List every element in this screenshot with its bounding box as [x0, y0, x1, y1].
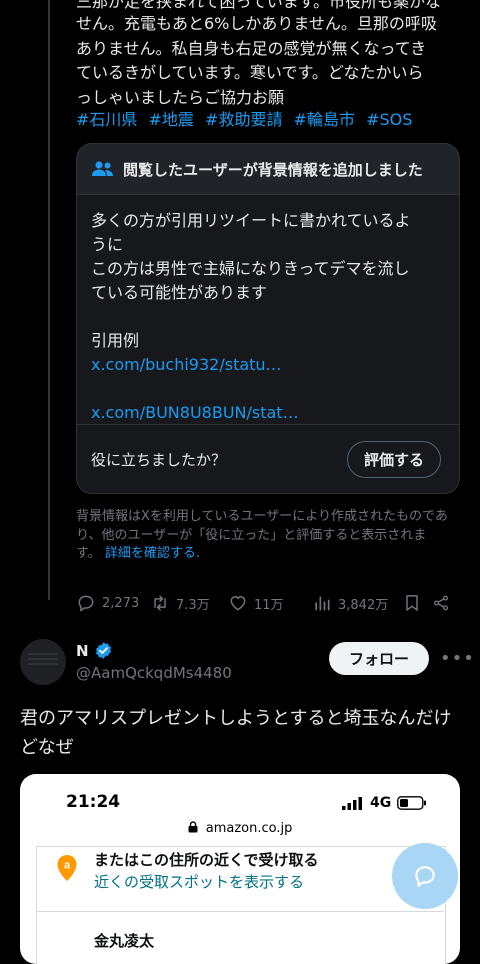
community-note-title: 閲覧したユーザーが背景情報を追加しました [123, 160, 423, 179]
hashtag-link[interactable]: #SOS [366, 110, 412, 129]
more-icon[interactable]: ••• [440, 648, 475, 669]
views-count: 3,842万 [338, 597, 389, 613]
author-handle[interactable]: @AamQckqdMs4480 [76, 664, 232, 682]
network-label: 4G [370, 795, 392, 811]
share-button[interactable] [432, 593, 456, 613]
follow-button[interactable]: フォロー [329, 642, 429, 675]
svg-text:a: a [64, 860, 71, 872]
pickup-option-title: またはこの住所の近くで受け取る [94, 851, 319, 869]
helpful-question: 役に立ちましたか？ [91, 451, 227, 469]
hashtag-link[interactable]: #救助要請 [205, 110, 282, 129]
community-note-header: 閲覧したユーザーが背景情報を追加しました [77, 144, 459, 195]
reply-count: 2,273 [102, 595, 140, 611]
share-icon [433, 595, 449, 611]
learn-more-link[interactable]: 詳細を確認する. [105, 546, 200, 561]
tweet-text-line: ているきがしています。寒いです。どなたかいら [76, 63, 424, 82]
note-text-line: 多くの方が引用リツイートに書かれているよ [91, 211, 411, 230]
like-count: 11万 [254, 597, 284, 613]
phone-status-bar: 4G [342, 795, 427, 811]
views-icon [315, 596, 330, 611]
note-source-link[interactable]: x.com/buchi932/statu… [91, 353, 445, 377]
reply-icon [78, 595, 94, 612]
battery-icon [397, 796, 427, 810]
note-disclaimer: 背景情報はXを利用しているユーザーにより作成されたものであり、他のユーザーが「役… [76, 508, 466, 564]
tweet-text-line: ありません。私自身も右足の感覚が無くなってき [76, 38, 427, 58]
community-note-body: 多くの方が引用リツイートに書かれているよ うに この方は男性で主婦になりきってデ… [77, 195, 459, 425]
like-icon [230, 596, 246, 611]
author-display-name[interactable]: N [76, 642, 89, 660]
compose-icon [415, 866, 435, 887]
hashtag-list: #石川県 #地震 #救助要請 #輪島市 #SOS [76, 106, 418, 130]
rate-note-button[interactable]: 評価する [346, 441, 441, 478]
browser-url-text: amazon.co.jp [205, 821, 293, 836]
note-text-line: この方は男性で主婦になりきってデマを流し [91, 259, 410, 278]
phone-clock: 21:24 [66, 792, 121, 812]
tweet-text: 君のアマリスプレゼントしようとすると埼玉なんだけどなぜ [20, 708, 452, 758]
like-button[interactable]: 11万 [228, 593, 312, 613]
panel-divider [36, 911, 444, 912]
community-note-footer: 役に立ちましたか？ 評価する [77, 424, 459, 493]
people-icon [92, 161, 113, 176]
signal-icon [342, 796, 362, 810]
pickup-spots-link: 近くの受取スポットを表示する [94, 873, 305, 891]
thread-connector-line [48, 0, 50, 600]
note-source-link[interactable]: x.com/BUN8U8BUN/stat… [91, 401, 445, 425]
lock-icon [188, 821, 198, 833]
tweet-text-partial-line: 三那が足を挟まれて困っています。市役所も薬がな [76, 0, 442, 11]
reply-button[interactable]: 2,273 [76, 593, 150, 613]
retweet-count: 7.3万 [176, 597, 210, 613]
hashtag-link[interactable]: #地震 [149, 110, 194, 129]
compose-button[interactable] [392, 843, 458, 909]
bookmark-icon [406, 595, 418, 611]
hashtag-link[interactable]: #石川県 [76, 110, 137, 129]
note-text-line: ている可能性があります [91, 283, 268, 302]
retweet-icon [154, 595, 166, 611]
author-name[interactable]: N [76, 641, 113, 660]
retweet-button[interactable]: 7.3万 [150, 593, 228, 613]
note-example-label: 引用例 [91, 331, 140, 350]
tweet-action-bar: 2,273 7.3万 11万 3,842万 [76, 590, 466, 616]
bookmark-button[interactable] [402, 593, 432, 613]
note-text-line: うに [91, 235, 124, 254]
tweet-text: せん。充電もあと6%しかありません。旦那の呼吸 ありません。私自身も右足の感覚が… [76, 12, 468, 110]
views-button[interactable]: 3,842万 [312, 593, 402, 613]
community-note: 閲覧したユーザーが背景情報を追加しました 多くの方が引用リツイートに書かれている… [76, 143, 460, 494]
tweet-text-line: せん。充電もあと6%しかありません。旦那の呼吸 [76, 14, 437, 33]
hashtag-link[interactable]: #輪島市 [294, 110, 355, 129]
verified-badge-icon [95, 642, 111, 659]
location-pin-icon: a [57, 855, 77, 881]
avatar[interactable] [20, 639, 66, 685]
browser-url-bar: amazon.co.jp [20, 821, 460, 836]
